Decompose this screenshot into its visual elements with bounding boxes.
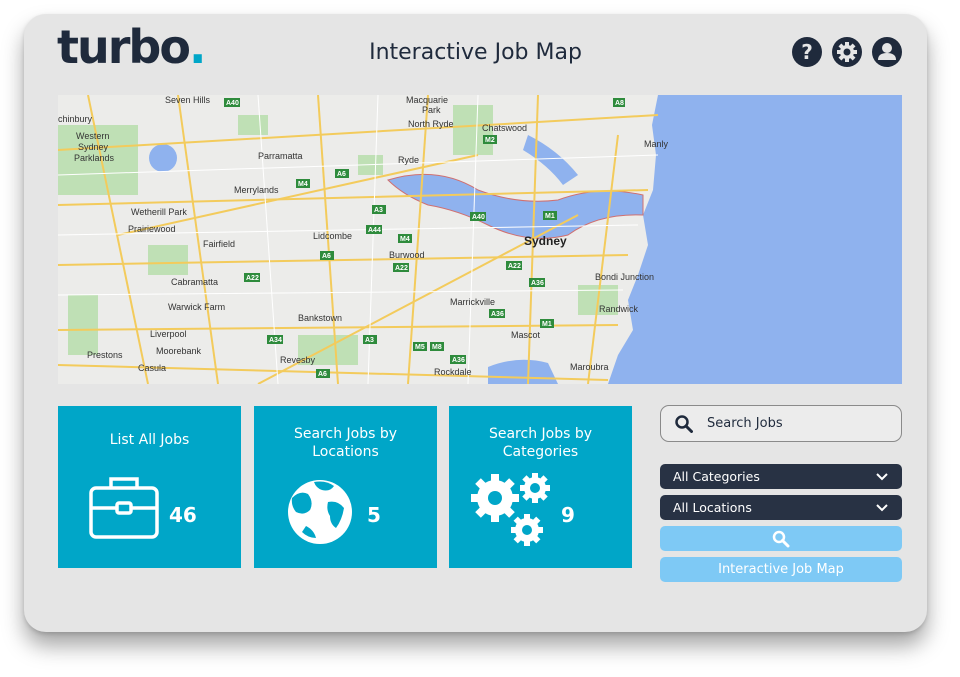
svg-text:Bankstown: Bankstown xyxy=(298,313,342,323)
list-all-jobs-tile[interactable]: List All Jobs 46 xyxy=(58,406,241,568)
locations-value: All Locations xyxy=(673,500,752,515)
svg-text:Western: Western xyxy=(76,131,109,141)
briefcase-icon xyxy=(89,477,159,539)
svg-text:Casula: Casula xyxy=(138,363,166,373)
svg-text:Bondi Junction: Bondi Junction xyxy=(595,272,654,282)
svg-text:A36: A36 xyxy=(452,357,465,364)
svg-text:A22: A22 xyxy=(246,275,259,282)
svg-text:A6: A6 xyxy=(318,371,327,378)
svg-text:A40: A40 xyxy=(472,214,485,221)
svg-text:A22: A22 xyxy=(508,263,521,270)
interactive-job-map-button[interactable]: Interactive Job Map xyxy=(660,557,902,582)
chevron-down-icon xyxy=(876,503,888,511)
svg-text:Seven Hills: Seven Hills xyxy=(165,95,211,105)
svg-text:Parramatta: Parramatta xyxy=(258,151,303,161)
settings-icon[interactable] xyxy=(832,37,862,67)
search-by-categories-tile[interactable]: Search Jobs by Categories 9 xyxy=(449,406,632,568)
svg-text:chinbury: chinbury xyxy=(58,114,93,124)
svg-text:A6: A6 xyxy=(337,171,346,178)
svg-text:M2: M2 xyxy=(485,137,495,144)
chevron-down-icon xyxy=(876,472,888,480)
svg-text:Ryde: Ryde xyxy=(398,155,419,165)
svg-text:Fairfield: Fairfield xyxy=(203,239,235,249)
svg-text:A3: A3 xyxy=(365,337,374,344)
job-map[interactable]: Seven Hills Macquarie Park chinbury Nort… xyxy=(58,95,902,384)
tile-label: Search Jobs by Categories xyxy=(488,426,593,460)
svg-text:Chatswood: Chatswood xyxy=(482,123,527,133)
locations-select[interactable]: All Locations xyxy=(660,495,902,520)
svg-text:A36: A36 xyxy=(491,311,504,318)
svg-text:M1: M1 xyxy=(545,213,555,220)
search-icon xyxy=(675,414,693,433)
tile-label: Search Jobs by Locations xyxy=(293,426,398,460)
svg-text:Mascot: Mascot xyxy=(511,330,541,340)
search-placeholder: Search Jobs xyxy=(707,416,783,431)
svg-text:Macquarie: Macquarie xyxy=(406,95,448,105)
svg-text:Marrickville: Marrickville xyxy=(450,297,495,307)
globe-icon xyxy=(288,480,352,544)
svg-text:Sydney: Sydney xyxy=(524,234,567,248)
svg-text:Parklands: Parklands xyxy=(74,153,115,163)
svg-text:M8: M8 xyxy=(432,344,442,351)
categories-value: All Categories xyxy=(673,469,760,484)
job-count: 46 xyxy=(169,503,197,527)
svg-text:Prestons: Prestons xyxy=(87,350,123,360)
svg-text:M1: M1 xyxy=(542,321,552,328)
svg-text:A6: A6 xyxy=(322,253,331,260)
svg-text:Burwood: Burwood xyxy=(389,250,425,260)
svg-text:Prairiewood: Prairiewood xyxy=(128,224,176,234)
svg-text:Wetherill Park: Wetherill Park xyxy=(131,207,187,217)
svg-text:A22: A22 xyxy=(395,265,408,272)
svg-text:A36: A36 xyxy=(531,280,544,287)
svg-text:Warwick Farm: Warwick Farm xyxy=(168,302,225,312)
svg-text:A34: A34 xyxy=(269,337,282,344)
svg-text:A44: A44 xyxy=(368,227,381,234)
svg-text:North Ryde: North Ryde xyxy=(408,119,454,129)
category-count: 9 xyxy=(561,503,575,527)
svg-text:A40: A40 xyxy=(226,100,239,107)
tile-label: List All Jobs xyxy=(109,432,190,448)
search-by-locations-tile[interactable]: Search Jobs by Locations 5 xyxy=(254,406,437,568)
svg-text:Revesby: Revesby xyxy=(280,355,316,365)
svg-text:Randwick: Randwick xyxy=(599,304,639,314)
categories-select[interactable]: All Categories xyxy=(660,464,902,489)
user-icon[interactable] xyxy=(872,37,902,67)
search-icon xyxy=(772,530,790,547)
svg-text:M5: M5 xyxy=(415,344,425,351)
svg-text:Cabramatta: Cabramatta xyxy=(171,277,218,287)
svg-text:Moorebank: Moorebank xyxy=(156,346,202,356)
app-window: turbo. Interactive Job Map ? Seven Hills… xyxy=(24,14,927,632)
svg-text:Liverpool: Liverpool xyxy=(150,329,187,339)
svg-text:Merrylands: Merrylands xyxy=(234,185,279,195)
search-input[interactable]: Search Jobs xyxy=(660,405,902,442)
svg-text:A8: A8 xyxy=(615,100,624,107)
svg-text:Manly: Manly xyxy=(644,139,669,149)
svg-text:Sydney: Sydney xyxy=(78,142,109,152)
svg-text:Rockdale: Rockdale xyxy=(434,367,472,377)
svg-text:M4: M4 xyxy=(400,236,410,243)
svg-text:Park: Park xyxy=(422,105,441,115)
svg-text:?: ? xyxy=(801,40,813,64)
svg-text:Maroubra: Maroubra xyxy=(570,362,609,372)
svg-text:M4: M4 xyxy=(298,181,308,188)
help-icon[interactable]: ? xyxy=(792,37,822,67)
svg-text:Lidcombe: Lidcombe xyxy=(313,231,352,241)
svg-text:A3: A3 xyxy=(374,207,383,214)
gears-icon xyxy=(471,473,550,546)
location-count: 5 xyxy=(367,503,381,527)
search-button[interactable] xyxy=(660,526,902,551)
